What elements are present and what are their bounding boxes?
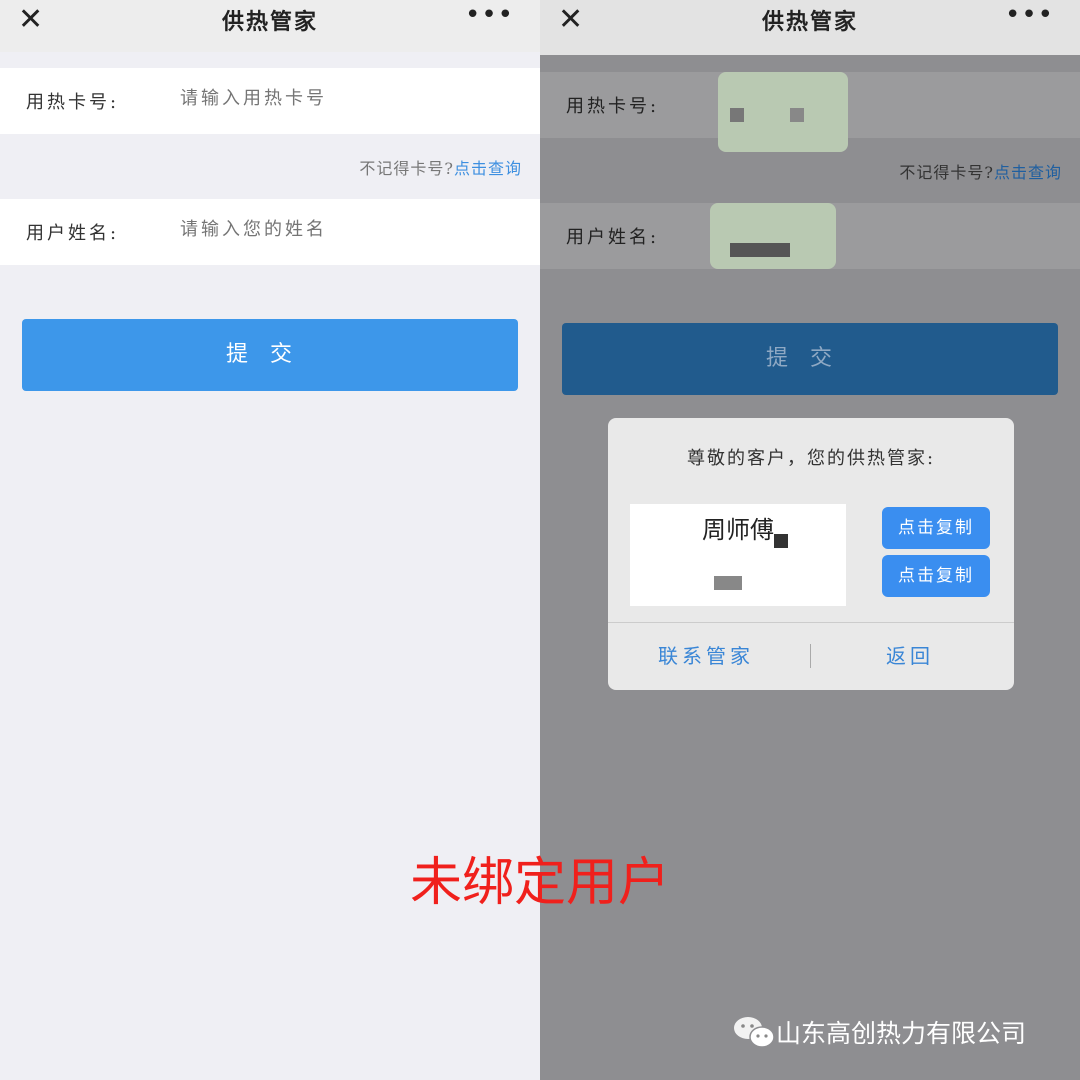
wechat-icon xyxy=(734,1017,775,1048)
manager-name: 周师傅 xyxy=(702,516,774,544)
name-input[interactable] xyxy=(180,219,510,240)
contact-manager-button[interactable]: 联系管家 xyxy=(658,640,754,669)
manager-dialog: 尊敬的客户，您的供热管家: 周师傅 点击复制 点击复制 联系管家 返回 xyxy=(608,418,1014,690)
divider xyxy=(608,622,1014,623)
more-icon[interactable]: ••• xyxy=(1005,0,1054,30)
redaction-pixel xyxy=(714,576,742,590)
forgot-card-hint: 不记得卡号?点击查询 xyxy=(899,159,1062,183)
manager-info: 周师傅 xyxy=(630,504,846,606)
card-number-row: 用热卡号: xyxy=(0,68,540,134)
divider xyxy=(810,644,811,668)
submit-button[interactable]: 提交 xyxy=(562,323,1058,395)
header: ✕ 供热管家 ••• xyxy=(540,0,1080,55)
watermark: 山东高创热力有限公司 xyxy=(732,1014,1026,1050)
redaction-pixel xyxy=(730,243,790,257)
result-screen: ✕ 供热管家 ••• 用热卡号: 不记得卡号?点击查询 用户姓名: 提交 尊敬的… xyxy=(540,0,1080,1080)
bind-form-screen: ✕ 供热管家 ••• 用热卡号: 不记得卡号?点击查询 用户姓名: 提交 xyxy=(0,0,540,1080)
hint-text: 不记得卡号? xyxy=(359,159,454,178)
page-title: 供热管家 xyxy=(761,9,858,35)
name-label: 用户姓名: xyxy=(566,227,660,248)
header: ✕ 供热管家 ••• xyxy=(0,0,540,52)
redaction-pixel xyxy=(730,108,744,122)
redaction-pixel xyxy=(774,534,788,548)
name-row: 用户姓名: xyxy=(540,203,1080,269)
name-row: 用户姓名: xyxy=(0,199,540,265)
card-number-input[interactable] xyxy=(180,88,510,109)
query-link[interactable]: 点击查询 xyxy=(454,159,522,178)
caption: 未绑定用户 xyxy=(409,853,670,913)
redacted-name xyxy=(710,203,836,269)
watermark-text: 山东高创热力有限公司 xyxy=(776,1019,1027,1048)
copy-button-2[interactable]: 点击复制 xyxy=(882,555,990,597)
card-number-row: 用热卡号: xyxy=(540,72,1080,152)
dialog-title: 尊敬的客户，您的供热管家: xyxy=(686,448,936,469)
card-number-label: 用热卡号: xyxy=(566,96,660,117)
forgot-card-hint: 不记得卡号?点击查询 xyxy=(359,155,522,179)
back-button[interactable]: 返回 xyxy=(886,640,934,669)
more-icon[interactable]: ••• xyxy=(465,0,514,30)
redaction-pixel xyxy=(790,108,804,122)
copy-button-1[interactable]: 点击复制 xyxy=(882,507,990,549)
hint-text: 不记得卡号? xyxy=(899,163,994,182)
query-link[interactable]: 点击查询 xyxy=(994,163,1062,182)
page-title: 供热管家 xyxy=(221,9,318,35)
card-number-label: 用热卡号: xyxy=(26,92,120,113)
submit-button[interactable]: 提交 xyxy=(22,319,518,391)
name-label: 用户姓名: xyxy=(26,223,120,244)
